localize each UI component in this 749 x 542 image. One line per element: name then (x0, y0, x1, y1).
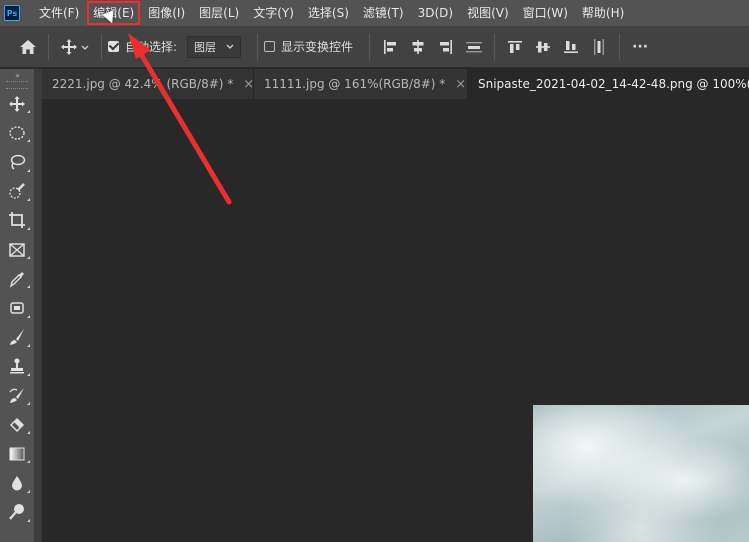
healing-brush-icon (10, 302, 24, 314)
chevron-down-icon (226, 44, 234, 49)
lasso-tool[interactable] (0, 147, 34, 176)
show-transform-checkbox[interactable] (264, 41, 276, 52)
move-icon (61, 38, 89, 55)
quick-selection-icon (9, 183, 25, 199)
align-right-icon (440, 39, 453, 54)
divider (257, 33, 259, 60)
collapse-panel-button[interactable]: » (0, 69, 34, 81)
stamp-tool[interactable] (0, 352, 34, 381)
gradient-icon (9, 447, 25, 461)
home-button[interactable] (14, 33, 42, 61)
eyedropper-icon (9, 271, 24, 288)
eraser-icon (9, 417, 25, 432)
quick-select-tool[interactable] (0, 177, 34, 206)
elliptical-marquee-icon (9, 126, 25, 140)
align-bottom-icon (564, 40, 579, 53)
show-transform-label: 显示变换控件 (281, 40, 354, 54)
menu-3d[interactable]: 3D(D) (411, 0, 460, 26)
align-horizontal-center-button[interactable] (404, 33, 432, 61)
align-top-icon (508, 40, 523, 53)
gradient-tool[interactable] (0, 439, 34, 468)
tab-2221-jpg[interactable]: 2221.jpg @ 42.4% (RGB/8#) * × (42, 69, 254, 99)
distribute-vertical-icon (466, 41, 483, 52)
align-right-button[interactable] (432, 33, 460, 61)
clone-stamp-icon (10, 358, 24, 374)
eyedropper-tool[interactable] (0, 264, 34, 293)
auto-select-target-dropdown[interactable]: 图层 (187, 35, 242, 58)
panel-grip[interactable] (6, 81, 28, 89)
frame-tool[interactable] (0, 235, 34, 264)
menu-file[interactable]: 文件(F) (32, 0, 86, 26)
history-brush-icon (9, 388, 24, 404)
align-left-icon (384, 39, 397, 54)
frame-icon (9, 242, 25, 257)
blur-tool[interactable] (0, 468, 34, 497)
sky-clouds-image (533, 405, 749, 542)
align-left-button[interactable] (376, 33, 404, 61)
auto-select-checkbox[interactable] (108, 41, 119, 52)
menu-help[interactable]: 帮助(H) (575, 0, 631, 26)
menu-window[interactable]: 窗口(W) (516, 0, 575, 26)
align-middle-icon (536, 41, 551, 52)
menu-type[interactable]: 文字(Y) (246, 0, 301, 26)
brush-icon (10, 329, 24, 346)
tab-11111-jpg[interactable]: 11111.jpg @ 161%(RGB/8#) * × (254, 69, 468, 99)
menu-image[interactable]: 图像(I) (141, 0, 192, 26)
eraser-tool[interactable] (0, 410, 34, 439)
distribute-horizontal-button[interactable] (585, 33, 613, 61)
align-center-icon (412, 39, 424, 54)
divider (494, 33, 496, 60)
menu-view[interactable]: 视图(V) (460, 0, 516, 26)
home-icon (20, 39, 36, 54)
crop-icon (9, 212, 25, 229)
more-icon: ··· (632, 38, 649, 55)
photoshop-window: Ps 文件(F) 编辑(E) 图像(I) 图层(L) 文字(Y) 选择(S) 滤… (0, 0, 749, 542)
options-bar: 自动选择: 图层 显示变换控件 ··· (0, 26, 749, 68)
menu-layer[interactable]: 图层(L) (192, 0, 246, 26)
move-tool-preset-button[interactable] (55, 33, 95, 61)
close-icon[interactable]: × (243, 77, 253, 92)
brush-tool[interactable] (0, 323, 34, 352)
divider (619, 33, 621, 60)
healing-tool[interactable] (0, 293, 34, 322)
tab-label: 2221.jpg @ 42.4% (RGB/8#) * (52, 77, 234, 91)
lasso-icon (10, 154, 26, 170)
blur-drop-icon (12, 476, 22, 491)
dodge-tool[interactable] (0, 498, 34, 527)
align-bottom-button[interactable] (557, 33, 585, 61)
menu-select[interactable]: 选择(S) (301, 0, 356, 26)
more-options-button[interactable]: ··· (626, 33, 654, 61)
divider (48, 33, 49, 60)
tab-label: Snipaste_2021-04-02_14-42-48.png @ 100%( (478, 77, 749, 91)
menu-filter[interactable]: 滤镜(T) (356, 0, 411, 26)
crop-tool[interactable] (0, 206, 34, 235)
move-icon (9, 95, 25, 112)
tab-label: 11111.jpg @ 161%(RGB/8#) * (264, 77, 446, 91)
distribute-vertical-button[interactable] (460, 33, 488, 61)
history-brush-tool[interactable] (0, 381, 34, 410)
align-top-button[interactable] (501, 33, 529, 61)
tab-snipaste-png[interactable]: Snipaste_2021-04-02_14-42-48.png @ 100%( (468, 69, 749, 99)
dodge-icon (9, 504, 24, 520)
move-tool[interactable] (0, 89, 34, 118)
align-vertical-center-button[interactable] (529, 33, 557, 61)
auto-select-target-value: 图层 (194, 40, 217, 54)
divider (369, 33, 371, 60)
auto-select-label: 自动选择: (125, 40, 178, 54)
photoshop-logo-icon: Ps (4, 5, 20, 21)
marquee-tool[interactable] (0, 118, 34, 147)
tools-panel: » (0, 69, 34, 542)
divider (101, 33, 102, 60)
document-tabs: 2221.jpg @ 42.4% (RGB/8#) * × 11111.jpg … (42, 69, 749, 99)
close-icon[interactable]: × (455, 77, 466, 92)
panel-separator (34, 69, 42, 542)
distribute-horizontal-icon (594, 38, 605, 55)
